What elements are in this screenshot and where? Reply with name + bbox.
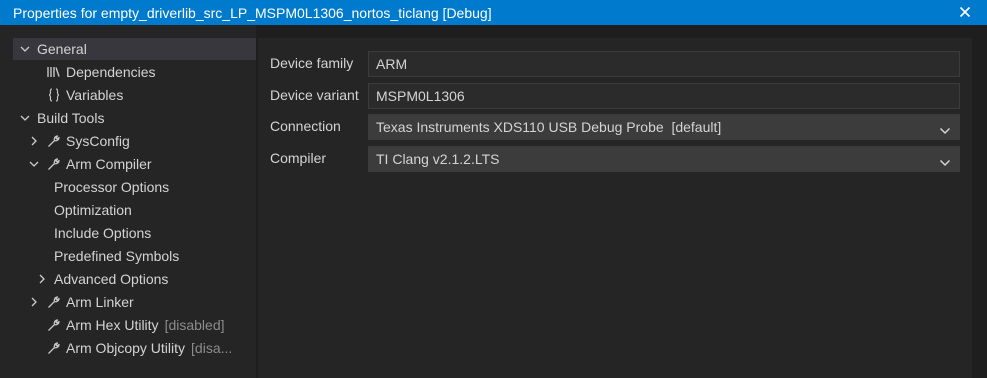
tree-item-label: Arm Hex Utility xyxy=(66,317,159,333)
chevron-down-icon xyxy=(19,43,31,55)
tree-item-label: Optimization xyxy=(54,202,132,218)
tree-item-include-options[interactable]: Include Options xyxy=(54,222,151,244)
compiler-row: Compiler TI Clang v2.1.2.LTS xyxy=(258,146,972,172)
tree-item-label: Advanced Options xyxy=(54,271,169,287)
device-variant-field[interactable]: MSPM0L1306 xyxy=(368,83,960,109)
wrench-icon xyxy=(46,294,62,310)
library-icon xyxy=(46,64,62,80)
close-icon[interactable] xyxy=(957,4,973,20)
compiler-value: TI Clang v2.1.2.LTS xyxy=(376,151,500,167)
compiler-label: Compiler xyxy=(270,150,327,166)
braces-icon xyxy=(46,87,62,103)
chevron-right-icon xyxy=(28,135,40,147)
window-title: Properties for empty_driverlib_src_LP_MS… xyxy=(13,4,492,21)
tree-item-arm-objcopy-utility[interactable]: Arm Objcopy Utility [disa... xyxy=(46,337,232,359)
chevron-right-icon xyxy=(28,296,40,308)
wrench-icon xyxy=(46,133,62,149)
device-variant-label: Device variant xyxy=(270,87,359,103)
tree-item-label: Arm Objcopy Utility xyxy=(66,340,186,356)
wrench-icon xyxy=(46,156,62,172)
compiler-select[interactable]: TI Clang v2.1.2.LTS xyxy=(368,146,960,172)
connection-value: Texas Instruments XDS110 USB Debug Probe… xyxy=(376,119,722,135)
device-variant-value: MSPM0L1306 xyxy=(376,88,465,104)
content-top-gap xyxy=(258,25,972,38)
tree-item-dependencies[interactable]: Dependencies xyxy=(46,61,156,83)
tree-item-label: Arm Linker xyxy=(66,294,134,310)
tree-item-label: Predefined Symbols xyxy=(54,248,180,264)
tree-item-label: Arm Compiler xyxy=(66,156,152,172)
tree-item-label: Processor Options xyxy=(54,179,170,195)
tree-item-arm-linker[interactable]: Arm Linker xyxy=(28,291,134,313)
tree-item-processor-options[interactable]: Processor Options xyxy=(54,176,169,198)
tree-item-label: Variables xyxy=(66,87,124,103)
disabled-badge: [disa... xyxy=(191,340,233,356)
chevron-right-icon xyxy=(36,273,48,285)
tree-item-arm-compiler[interactable]: Arm Compiler xyxy=(28,153,152,175)
connection-select[interactable]: Texas Instruments XDS110 USB Debug Probe… xyxy=(368,114,960,140)
tree-item-build-tools[interactable]: Build Tools xyxy=(19,107,104,129)
wrench-icon xyxy=(46,340,62,356)
tree-item-predefined-symbols[interactable]: Predefined Symbols xyxy=(54,245,179,267)
chevron-down-icon xyxy=(19,112,31,124)
device-family-label: Device family xyxy=(270,55,354,71)
tree-item-label: Build Tools xyxy=(37,110,105,126)
device-family-value: ARM xyxy=(376,56,408,72)
tree-item-label: General xyxy=(37,41,87,57)
tree-item-label: Include Options xyxy=(54,225,152,241)
chevron-down-icon xyxy=(28,158,40,170)
chevron-down-icon xyxy=(939,123,951,135)
tree-item-label: Dependencies xyxy=(66,64,156,80)
connection-row: Connection Texas Instruments XDS110 USB … xyxy=(258,114,972,140)
device-variant-row: Device variant MSPM0L1306 xyxy=(258,83,972,109)
wrench-icon xyxy=(46,317,62,333)
connection-label: Connection xyxy=(270,118,341,134)
tree-item-advanced-options[interactable]: Advanced Options xyxy=(36,268,168,290)
tree-item-sysconfig[interactable]: SysConfig xyxy=(28,130,130,152)
content-right-gap xyxy=(972,25,987,378)
tree-item-label: SysConfig xyxy=(66,133,130,149)
tree-item-arm-hex-utility[interactable]: Arm Hex Utility [disabled] xyxy=(46,314,225,336)
general-settings-panel: Device family ARM Device variant MSPM0L1… xyxy=(258,38,972,378)
tree-item-variables[interactable]: Variables xyxy=(46,84,123,106)
title-bar: Properties for empty_driverlib_src_LP_MS… xyxy=(0,0,987,25)
settings-tree: General Dependencies Variables Build Too… xyxy=(0,25,256,378)
tree-item-optimization[interactable]: Optimization xyxy=(54,199,132,221)
device-family-row: Device family ARM xyxy=(258,51,972,77)
tree-item-general[interactable]: General xyxy=(13,38,256,60)
device-family-field[interactable]: ARM xyxy=(368,51,960,77)
chevron-down-icon xyxy=(939,155,951,167)
disabled-badge: [disabled] xyxy=(164,317,225,333)
